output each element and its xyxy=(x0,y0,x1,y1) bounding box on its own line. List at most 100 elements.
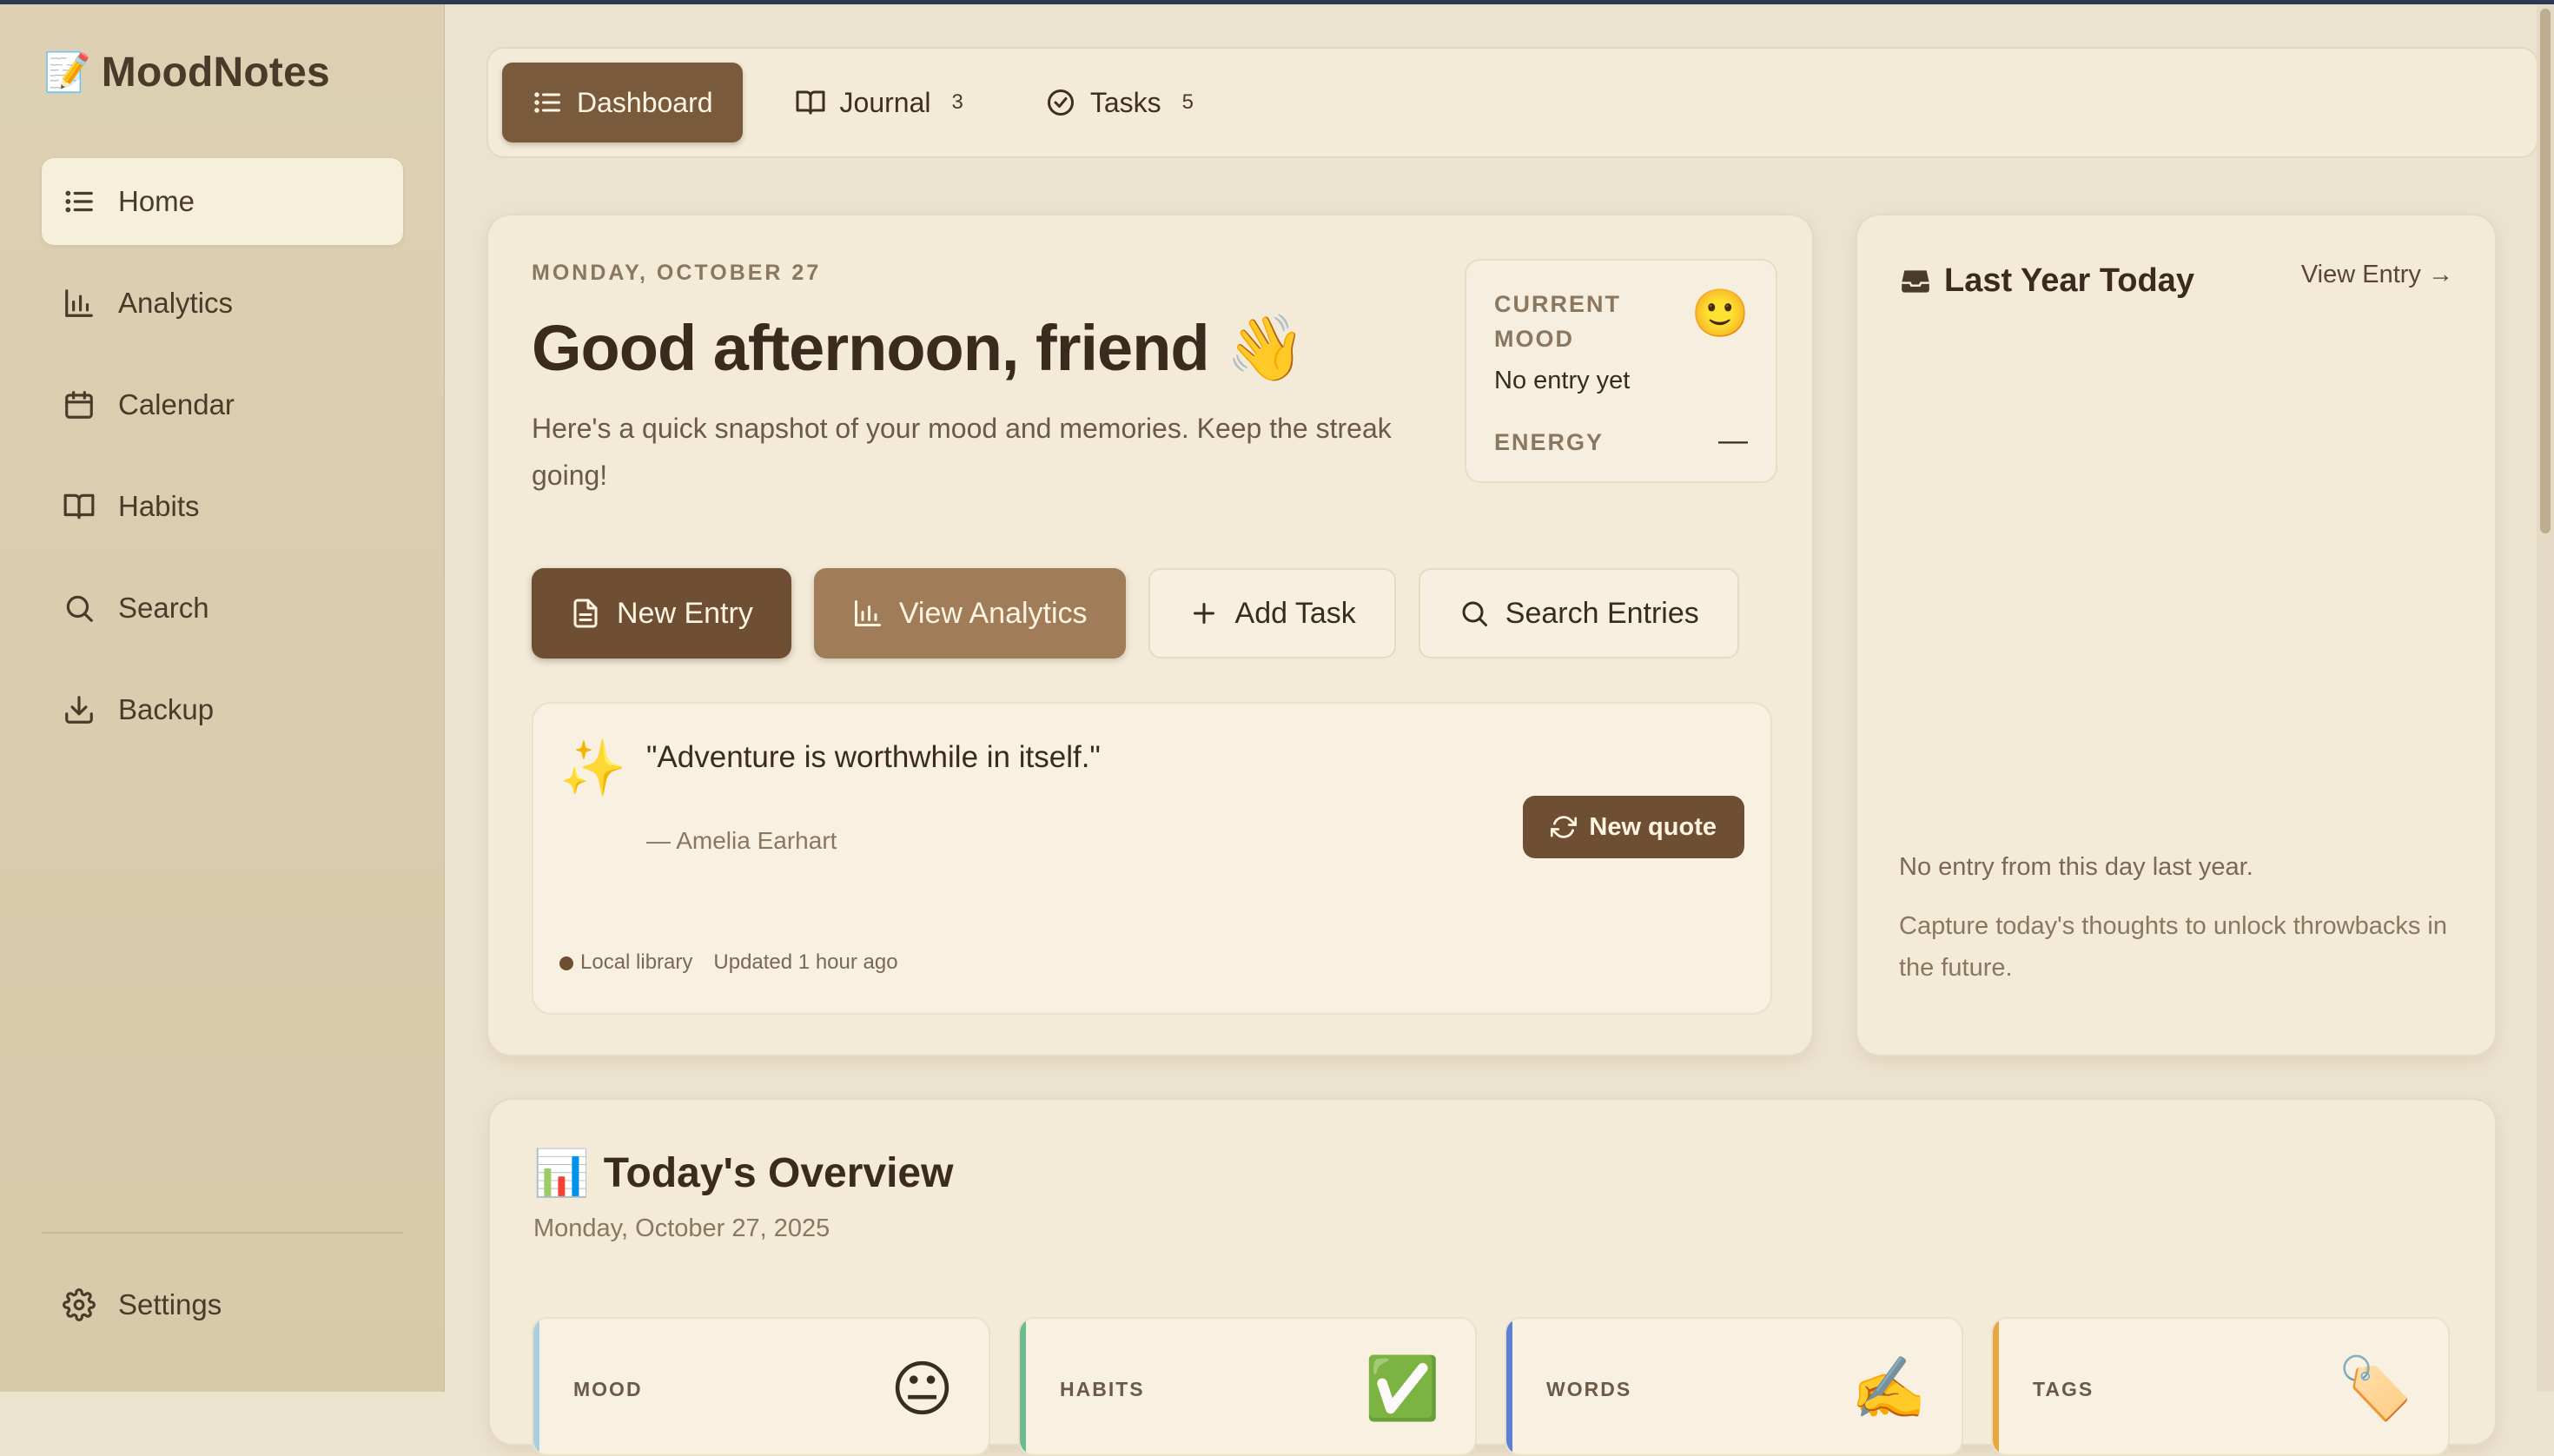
quick-actions: New Entry View Analytics Add Task Search… xyxy=(532,568,1739,659)
current-mood-label: CURRENT MOOD xyxy=(1494,291,1621,352)
energy-label: ENERGY xyxy=(1494,429,1605,455)
sidebar-item-habits[interactable]: Habits xyxy=(42,463,403,550)
sidebar: 📝 MoodNotes Home Analytics Calendar Habi… xyxy=(0,0,445,1392)
list-icon xyxy=(534,92,560,113)
tab-journal[interactable]: Journal 3 xyxy=(765,63,993,142)
stat-card-tags[interactable]: TAGS 🏷️ xyxy=(1991,1317,2450,1456)
quote-updated: Updated 1 hour ago xyxy=(713,950,898,974)
app-name: MoodNotes xyxy=(101,50,330,96)
tab-label: Tasks xyxy=(1089,86,1161,118)
current-date: MONDAY, OCTOBER 27 xyxy=(532,261,822,285)
new-entry-button[interactable]: New Entry xyxy=(532,568,791,659)
scrollbar-thumb[interactable] xyxy=(2540,9,2551,533)
notepad-icon: 📝 xyxy=(43,50,91,94)
new-entry-label: New Entry xyxy=(617,596,753,630)
search-entries-button[interactable]: Search Entries xyxy=(1418,568,1739,659)
book-icon xyxy=(63,493,95,520)
brand[interactable]: 📝 MoodNotes xyxy=(43,49,330,96)
add-task-label: Add Task xyxy=(1234,596,1356,630)
check-circle-icon xyxy=(1047,89,1074,116)
book-icon xyxy=(796,90,825,115)
stat-card-mood[interactable]: MOOD 😐 xyxy=(532,1317,990,1456)
last-year-empty-message: No entry from this day last year. xyxy=(1899,853,2253,881)
list-icon xyxy=(65,190,93,213)
check-mark-icon: ✅ xyxy=(1364,1354,1440,1422)
last-year-today-card: Last Year Today View Entry → No entry fr… xyxy=(1856,214,2497,1056)
plus-icon xyxy=(1193,603,1214,624)
search-icon xyxy=(66,595,93,622)
stat-label: TAGS xyxy=(2033,1378,2094,1400)
gear-icon xyxy=(63,1288,96,1321)
sidebar-item-label: Analytics xyxy=(118,287,234,319)
sidebar-item-home[interactable]: Home xyxy=(42,158,403,245)
bar-chart-icon: 📊 xyxy=(533,1148,590,1199)
writing-hand-icon: ✍️ xyxy=(1850,1354,1927,1422)
search-entries-label: Search Entries xyxy=(1505,596,1699,630)
last-year-hint: Capture today's thoughts to unlock throw… xyxy=(1899,912,2448,982)
bar-chart-icon xyxy=(65,289,93,317)
todays-overview-card: 📊 Today's Overview Monday, October 27, 2… xyxy=(488,1098,2497,1456)
sidebar-item-label: Calendar xyxy=(118,388,235,420)
main-content: Dashboard Journal 3 Tasks 5 MONDAY, OCTO… xyxy=(445,0,2554,1456)
sidebar-divider xyxy=(42,1232,403,1234)
stat-accent-bar xyxy=(1506,1319,1512,1454)
quote-meta: Local library Updated 1 hour ago xyxy=(559,950,898,975)
neutral-face-icon: 😐 xyxy=(890,1355,954,1423)
tab-label: Journal xyxy=(839,86,931,118)
greeting-subtitle: Here's a quick snapshot of your mood and… xyxy=(532,413,1392,491)
stat-label: WORDS xyxy=(1546,1378,1632,1400)
overview-title: 📊 Today's Overview xyxy=(533,1147,953,1200)
energy-value: — xyxy=(1718,424,1748,457)
last-year-title: Last Year Today xyxy=(1899,262,2194,300)
stat-accent-bar xyxy=(1993,1319,1999,1454)
document-icon xyxy=(573,599,598,628)
sidebar-item-settings[interactable]: Settings xyxy=(42,1261,403,1348)
sidebar-item-label: Backup xyxy=(118,693,215,725)
search-icon xyxy=(1462,601,1487,626)
new-quote-button[interactable]: New quote xyxy=(1523,796,1744,858)
sidebar-settings: Settings xyxy=(42,1261,403,1363)
last-year-title-text: Last Year Today xyxy=(1944,262,2194,299)
current-mood-panel: CURRENT MOOD 🙂 No entry yet ENERGY — xyxy=(1465,259,1777,483)
stat-label: HABITS xyxy=(1060,1378,1145,1400)
sidebar-nav: Home Analytics Calendar Habits Search Ba… xyxy=(42,158,403,768)
download-icon xyxy=(65,696,93,724)
overview-date: Monday, October 27, 2025 xyxy=(533,1214,830,1242)
quote-author: — Amelia Earhart xyxy=(646,827,837,854)
tab-count-badge: 5 xyxy=(1181,90,1194,114)
view-analytics-label: View Analytics xyxy=(898,596,1088,630)
stat-card-habits[interactable]: HABITS ✅ xyxy=(1018,1317,1477,1456)
sidebar-item-backup[interactable]: Backup xyxy=(42,666,403,753)
refresh-icon xyxy=(1551,816,1578,838)
add-task-button[interactable]: Add Task xyxy=(1148,568,1396,659)
tab-tasks[interactable]: Tasks 5 xyxy=(1016,63,1223,142)
scrollbar[interactable] xyxy=(2537,0,2554,1392)
view-entry-link[interactable]: View Entry → xyxy=(2301,261,2453,289)
sidebar-item-search[interactable]: Search xyxy=(42,565,403,652)
tab-dashboard[interactable]: Dashboard xyxy=(502,63,743,142)
new-quote-label: New quote xyxy=(1589,812,1717,841)
sparkles-icon: ✨ xyxy=(559,738,627,798)
quote-text: "Adventure is worthwhile in itself." xyxy=(646,740,1101,774)
sidebar-item-label: Search xyxy=(118,592,209,624)
sidebar-item-label: Habits xyxy=(118,490,200,522)
smiley-face-icon: 🙂 xyxy=(1691,288,1750,340)
stat-accent-bar xyxy=(1020,1319,1026,1454)
sidebar-item-label: Home xyxy=(118,185,195,217)
stat-label: MOOD xyxy=(573,1378,643,1400)
view-analytics-button[interactable]: View Analytics xyxy=(813,568,1126,659)
tab-bar: Dashboard Journal 3 Tasks 5 xyxy=(486,47,2538,158)
tab-count-badge: 3 xyxy=(951,90,963,114)
current-mood-value: No entry yet xyxy=(1494,367,1631,394)
stat-card-words[interactable]: WORDS ✍️ xyxy=(1505,1317,1963,1456)
window-top-border xyxy=(0,0,2554,4)
sidebar-item-analytics[interactable]: Analytics xyxy=(42,260,403,347)
calendar-icon xyxy=(65,391,93,419)
tag-icon: 🏷️ xyxy=(2337,1354,2413,1422)
inbox-icon xyxy=(1902,269,1929,293)
sidebar-item-label: Settings xyxy=(118,1288,222,1320)
quote-card: ✨ "Adventure is worthwhile in itself." —… xyxy=(532,702,1772,1015)
quote-source: Local library xyxy=(559,950,692,975)
sidebar-item-calendar[interactable]: Calendar xyxy=(42,361,403,448)
tab-label: Dashboard xyxy=(577,86,713,118)
